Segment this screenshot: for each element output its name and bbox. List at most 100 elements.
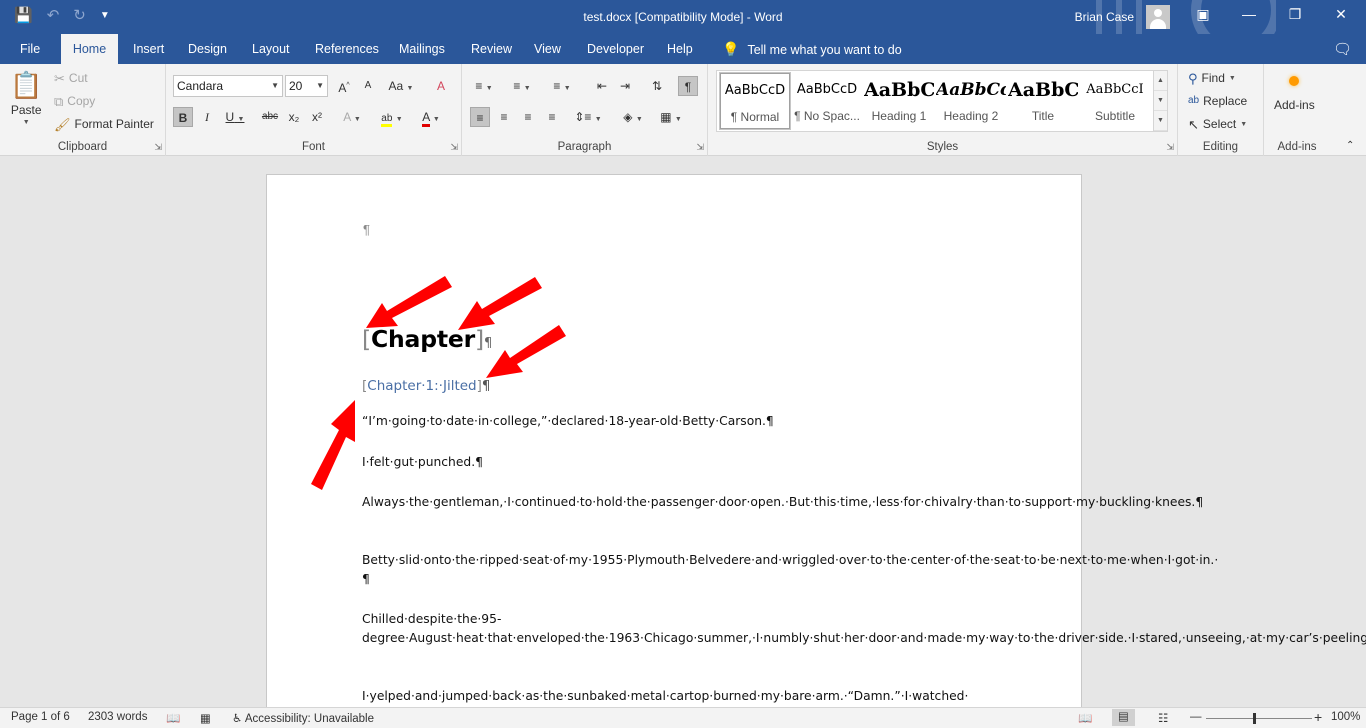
font-size-combo[interactable]: 20 ▼: [285, 75, 328, 97]
style-title[interactable]: AaBbC Title: [1008, 73, 1078, 129]
numbering-button[interactable]: ≡ ▼: [508, 76, 536, 96]
avatar[interactable]: [1146, 5, 1170, 29]
gallery-more-icon[interactable]: ▼: [1154, 111, 1167, 131]
strikethrough-button[interactable]: abc: [258, 107, 282, 127]
style-no-spacing[interactable]: AaBbCcD ¶ No Spac...: [792, 73, 862, 129]
body-paragraph[interactable]: Betty·slid·onto·the·ripped·seat·of·my·19…: [362, 551, 1218, 588]
tab-view[interactable]: View: [524, 34, 571, 64]
align-left-button[interactable]: ≡: [470, 107, 490, 127]
tab-references[interactable]: References: [305, 34, 389, 64]
paste-button[interactable]: 📋 Paste ▼: [10, 70, 42, 126]
accessibility-status[interactable]: ♿ Accessibility: Unavailable: [232, 711, 374, 725]
gallery-up-icon[interactable]: ▲: [1154, 71, 1167, 91]
macro-icon[interactable]: ▦: [200, 711, 211, 725]
ribbon: 📋 Paste ▼ ✂ Cut ⧉ Copy 🖌 Format Painter Cli…: [0, 64, 1366, 156]
tab-insert[interactable]: Insert: [123, 34, 174, 64]
body-paragraph[interactable]: “I’m·going·to·date·in·college,”·declared…: [362, 412, 992, 431]
document-page[interactable]: ¶ [Chapter]¶ [Chapter·1:·Jilted]¶ “I’m·g…: [266, 174, 1366, 707]
page-count[interactable]: Page 1 of 6: [11, 711, 70, 723]
tab-design[interactable]: Design: [178, 34, 237, 64]
style-preview: AaBbCcD: [796, 82, 858, 97]
align-right-button[interactable]: ≡: [518, 107, 538, 127]
clipboard-launcher-icon[interactable]: ⇲: [154, 142, 162, 153]
comments-icon[interactable]: 🗨: [1333, 40, 1352, 58]
find-button[interactable]: ⚲ Find ▼: [1188, 71, 1236, 85]
close-icon[interactable]: ✕: [1326, 6, 1356, 23]
cut-button[interactable]: ✂ Cut: [54, 71, 88, 85]
tab-mailings[interactable]: Mailings: [389, 34, 455, 64]
styles-launcher-icon[interactable]: ⇲: [1166, 142, 1174, 153]
body-paragraph[interactable]: I·felt·gut·punched.¶: [362, 453, 992, 472]
sort-button[interactable]: ⇅: [647, 76, 667, 96]
change-case-button[interactable]: Aa ▼: [387, 76, 415, 96]
style-heading-1[interactable]: AaBbC Heading 1: [864, 73, 934, 129]
heading-2-chapter-1[interactable]: [Chapter·1:·Jilted]¶: [362, 378, 491, 394]
document-area[interactable]: ¶ [Chapter]¶ [Chapter·1:·Jilted]¶ “I’m·g…: [0, 157, 1366, 707]
tab-help[interactable]: Help: [657, 34, 703, 64]
zoom-out-icon[interactable]: —: [1190, 711, 1202, 723]
tab-home[interactable]: Home: [61, 34, 118, 64]
show-formatting-marks-button[interactable]: ¶: [678, 76, 698, 96]
collapse-ribbon-icon[interactable]: ⌃: [1346, 140, 1354, 151]
accessibility-icon: ♿: [232, 713, 243, 725]
style-heading-2[interactable]: AaBbCc Heading 2: [936, 73, 1006, 129]
tab-review[interactable]: Review: [461, 34, 522, 64]
zoom-in-icon[interactable]: +: [1314, 709, 1322, 725]
zoom-slider[interactable]: [1206, 718, 1312, 719]
tell-me-search[interactable]: 💡 Tell me what you want to do: [722, 34, 902, 64]
paragraph-launcher-icon[interactable]: ⇲: [696, 142, 704, 153]
borders-button[interactable]: ▦ ▼: [656, 107, 686, 127]
restore-icon[interactable]: ❐: [1280, 6, 1310, 23]
shading-button[interactable]: ◈ ▼: [618, 107, 648, 127]
font-name-combo[interactable]: Candara ▼: [173, 75, 283, 97]
heading-1-chapter[interactable]: [Chapter]¶: [362, 325, 492, 353]
ribbon-display-options-icon[interactable]: ▣: [1188, 6, 1218, 23]
addins-button[interactable]: Add-ins: [1274, 76, 1315, 112]
bullets-button[interactable]: ≡ ▼: [470, 76, 498, 96]
decrease-indent-button[interactable]: ⇤: [592, 76, 612, 96]
style-normal[interactable]: AaBbCcD ¶ Normal: [719, 72, 791, 130]
highlight-button[interactable]: ab ▼: [376, 107, 408, 127]
font-color-button[interactable]: A ▼: [416, 107, 446, 127]
format-painter-button[interactable]: 🖌 Format Painter: [54, 117, 154, 131]
read-mode-icon[interactable]: 📖: [1078, 711, 1092, 725]
zoom-slider-thumb[interactable]: [1253, 713, 1256, 724]
print-layout-icon[interactable]: ▤: [1112, 709, 1135, 726]
chevron-down-icon: ▼: [1228, 74, 1236, 82]
text-effects-button[interactable]: A ▼: [338, 107, 366, 127]
tab-file[interactable]: File: [10, 34, 50, 64]
style-subtitle[interactable]: AaBbCcI Subtitle: [1080, 73, 1150, 129]
align-center-button[interactable]: ≡: [494, 107, 514, 127]
tab-layout[interactable]: Layout: [242, 34, 300, 64]
grow-font-button[interactable]: A^: [334, 76, 354, 96]
superscript-icon: x²: [312, 110, 322, 124]
proofing-icon[interactable]: 📖: [166, 711, 180, 725]
user-name[interactable]: Brian Case: [1075, 10, 1134, 24]
superscript-button[interactable]: x²: [307, 107, 327, 127]
sort-icon: ⇅: [651, 79, 663, 93]
copy-button[interactable]: ⧉ Copy: [54, 94, 95, 108]
zoom-level[interactable]: 100%: [1331, 711, 1360, 723]
bullet-list-icon: ≡: [475, 79, 483, 93]
line-spacing-button[interactable]: ⇕≡ ▼: [572, 107, 604, 127]
minimize-icon[interactable]: —: [1234, 6, 1264, 22]
font-launcher-icon[interactable]: ⇲: [450, 142, 458, 153]
italic-button[interactable]: I: [197, 107, 217, 127]
clear-formatting-button[interactable]: A: [431, 76, 451, 96]
bold-button[interactable]: B: [173, 107, 193, 127]
replace-button[interactable]: ab Replace: [1188, 94, 1247, 108]
tab-developer[interactable]: Developer: [577, 34, 654, 64]
web-layout-icon[interactable]: ☷: [1158, 711, 1168, 725]
body-paragraph[interactable]: I·yelped·and·jumped·back·as·the·sunbaked…: [362, 687, 992, 706]
gallery-down-icon[interactable]: ▼: [1154, 91, 1167, 111]
shrink-font-button[interactable]: A: [358, 76, 378, 96]
increase-indent-button[interactable]: ⇥: [615, 76, 635, 96]
select-button[interactable]: ↖ Select ▼: [1188, 117, 1247, 131]
body-paragraph[interactable]: Chilled·despite·the·95-degree·August·hea…: [362, 610, 1366, 647]
multilevel-list-button[interactable]: ≡ ▼: [548, 76, 576, 96]
word-count[interactable]: 2303 words: [88, 711, 147, 723]
body-paragraph[interactable]: Always·the·gentleman,·I·continued·to·hol…: [362, 493, 1203, 512]
subscript-button[interactable]: x₂: [284, 107, 304, 127]
justify-button[interactable]: ≡: [542, 107, 562, 127]
underline-button[interactable]: U ▼: [221, 107, 249, 127]
